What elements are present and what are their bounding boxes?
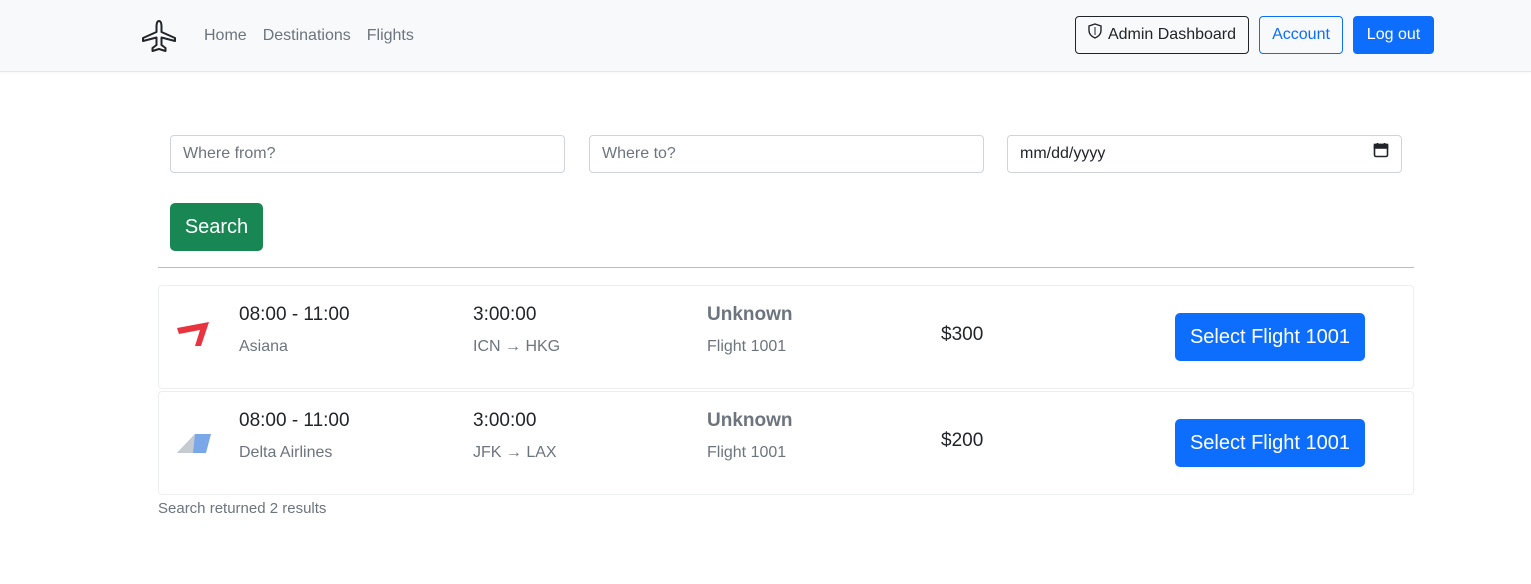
flight-times: 08:00 - 11:00: [239, 410, 350, 431]
flight-price: $300: [941, 324, 984, 345]
date-placeholder: mm/dd/yyyy: [1020, 145, 1106, 162]
results-count: Search returned 2 results: [158, 500, 327, 517]
flight-route: JFK → LAX: [473, 444, 557, 461]
nav-link-destinations[interactable]: Destinations: [263, 25, 351, 47]
logout-button[interactable]: Log out: [1353, 16, 1434, 54]
calendar-icon[interactable]: [1373, 136, 1389, 172]
search-button[interactable]: Search: [170, 203, 263, 251]
airplane-icon[interactable]: [140, 18, 178, 54]
flight-duration: 3:00:00: [473, 410, 537, 431]
account-button[interactable]: Account: [1259, 16, 1343, 54]
nav-links: Home Destinations Flights: [204, 25, 430, 47]
flight-status: Unknown: [707, 410, 793, 431]
airline-name: Delta Airlines: [239, 444, 333, 461]
admin-dashboard-button[interactable]: Admin Dashboard: [1075, 16, 1249, 54]
select-flight-button[interactable]: Select Flight 1001: [1175, 313, 1365, 361]
flight-route: ICN → HKG: [473, 338, 561, 355]
admin-dashboard-label: Admin Dashboard: [1107, 26, 1237, 43]
asiana-logo-icon: [173, 316, 213, 356]
date-input[interactable]: mm/dd/yyyy: [1007, 135, 1402, 173]
flight-number: Flight 1001: [707, 444, 787, 461]
divider: [158, 267, 1414, 268]
select-flight-button[interactable]: Select Flight 1001: [1175, 419, 1365, 467]
shield-icon: [1088, 17, 1102, 53]
nav-link-flights[interactable]: Flights: [367, 25, 414, 47]
flight-price: $200: [941, 430, 984, 451]
delta-logo-icon: [173, 422, 213, 462]
where-to-input[interactable]: [589, 135, 984, 173]
flight-card: 08:00 - 11:00 Delta Airlines 3:00:00 JFK…: [158, 391, 1414, 495]
airline-name: Asiana: [239, 338, 288, 355]
navbar: Home Destinations Flights Admin Dashboar…: [0, 0, 1531, 72]
flight-number: Flight 1001: [707, 338, 787, 355]
where-from-input[interactable]: [170, 135, 565, 173]
flight-card: 08:00 - 11:00 Asiana 3:00:00 ICN → HKG U…: [158, 285, 1414, 389]
nav-link-home[interactable]: Home: [204, 25, 247, 47]
flight-duration: 3:00:00: [473, 304, 537, 325]
flight-status: Unknown: [707, 304, 793, 325]
flight-times: 08:00 - 11:00: [239, 304, 350, 325]
